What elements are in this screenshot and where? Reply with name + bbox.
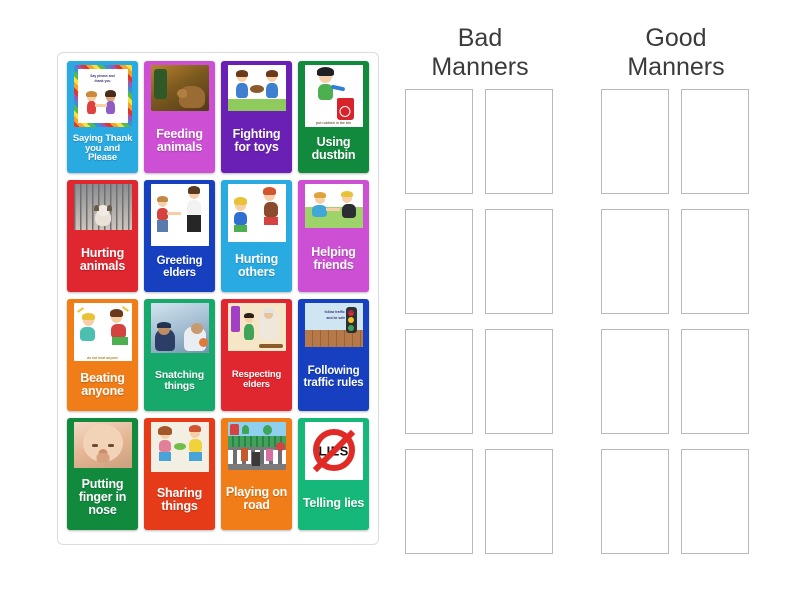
boy-dustbin-icon: put rubbish in the bin (304, 65, 363, 127)
sortable-card[interactable]: Say please and thank you Saying Thank you … (67, 61, 138, 173)
dropzone-slot[interactable] (681, 89, 749, 194)
sortable-card[interactable]: Hurting others (221, 180, 292, 292)
dropzone-slot[interactable] (601, 89, 669, 194)
sortable-card[interactable]: Helping friends (298, 180, 369, 292)
dropzone-slot[interactable] (681, 209, 749, 314)
dropzone-slots-bad-manners (404, 89, 556, 556)
helping-friend-up-icon (304, 184, 363, 228)
dropzone-slot[interactable] (601, 329, 669, 434)
kids-sharing-icon (150, 422, 209, 472)
dropzone-slot[interactable] (405, 449, 473, 554)
card-label: Playing on road (225, 484, 288, 512)
dropzone-slots-good-manners (600, 89, 752, 556)
unsorted-card-tray[interactable]: Say please and thank you Saying Thank you … (57, 52, 379, 545)
card-label: Fighting for toys (232, 126, 281, 154)
sortable-card[interactable]: Snatching things (144, 299, 215, 411)
card-label: Hurting others (234, 251, 279, 279)
kids-on-road-icon (227, 422, 286, 470)
dropzone-slot[interactable] (681, 329, 749, 434)
dropzone-slot[interactable] (601, 209, 669, 314)
sortable-card[interactable]: Playing on road (221, 418, 292, 530)
dropzone-slot[interactable] (485, 209, 553, 314)
sortable-card[interactable]: LIES Telling lies (298, 418, 369, 530)
dropzone-title-bad-manners: Bad Manners (431, 24, 529, 81)
no-lies-sign-icon: LIES (304, 422, 363, 480)
card-grid: Say please and thank you Saying Thank you … (58, 59, 378, 535)
card-label: Telling lies (302, 496, 365, 510)
dropzone-slot[interactable] (405, 209, 473, 314)
photo-feeding-animals-icon (150, 65, 209, 111)
sortable-card[interactable]: Feeding animals (144, 61, 215, 173)
dropzone-group-bad-manners: Bad Manners (404, 24, 556, 556)
respect-grandparent-icon (227, 303, 286, 351)
card-label: Helping friends (311, 244, 356, 272)
card-label: Respecting elders (231, 368, 282, 390)
sortable-card[interactable]: follow traffic rules and be safe Following… (298, 299, 369, 411)
dropzone-slot[interactable] (601, 449, 669, 554)
dropzone-slot[interactable] (405, 89, 473, 194)
dropzone-slot[interactable] (485, 329, 553, 434)
dropzone-slot[interactable] (485, 89, 553, 194)
poster-thank-you-icon: Say please and thank you (73, 65, 132, 127)
kids-hitting-icon (227, 184, 286, 242)
card-label: Using dustbin (311, 134, 356, 162)
sortable-card[interactable]: Greeting elders (144, 180, 215, 292)
sortable-card[interactable]: Sharing things (144, 418, 215, 530)
dropzone-slot[interactable] (485, 449, 553, 554)
traffic-light-icon: follow traffic rules and be safe (304, 303, 363, 347)
sortable-card[interactable]: do not beat anyone Beating anyone (67, 299, 138, 411)
dropzone-title-good-manners: Good Manners (627, 24, 725, 81)
sortable-card[interactable]: Fighting for toys (221, 61, 292, 173)
sortable-card[interactable]: Respecting elders (221, 299, 292, 411)
dropzone-slot[interactable] (405, 329, 473, 434)
card-label: Putting finger in nose (78, 477, 127, 517)
card-label: Beating anyone (80, 370, 125, 398)
dropzone-slot[interactable] (681, 449, 749, 554)
card-label: Sharing things (156, 485, 203, 513)
card-label: Greeting elders (156, 254, 203, 279)
card-label: Snatching things (155, 368, 204, 392)
activity-board: Say please and thank you Saying Thank you … (0, 0, 800, 600)
sortable-card[interactable]: Putting finger in nose (67, 418, 138, 530)
card-label: Feeding animals (156, 126, 203, 154)
photo-baby-nose-icon (73, 422, 132, 468)
kids-fighting-toy-icon (227, 65, 286, 111)
sortable-card[interactable]: Hurting animals (67, 180, 138, 292)
sortable-card[interactable]: put rubbish in the bin Using dustbin (298, 61, 369, 173)
caged-dog-icon (73, 184, 132, 230)
card-label: Hurting animals (79, 245, 126, 273)
card-label: Following traffic rules (303, 364, 364, 389)
photo-snatching-icon (150, 303, 209, 353)
dropzone-group-good-manners: Good Manners (600, 24, 752, 556)
child-greeting-adult-icon (150, 184, 209, 246)
kids-beating-icon: do not beat anyone (73, 303, 132, 361)
card-label: Saying Thank you and Please (72, 132, 133, 164)
dropzone-groups: Bad Manners Good Manners (404, 24, 776, 556)
